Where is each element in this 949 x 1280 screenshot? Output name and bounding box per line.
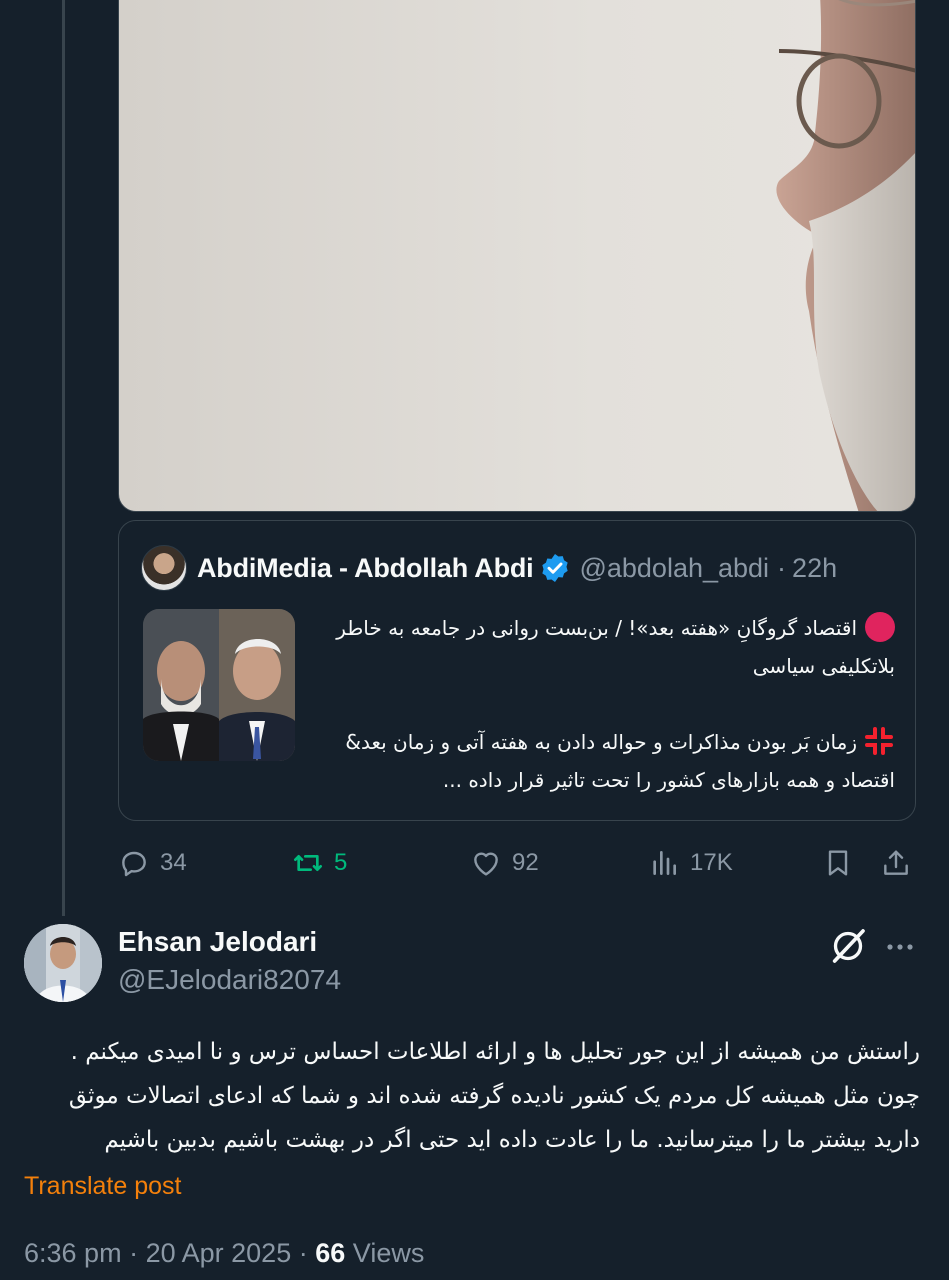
like-icon <box>474 852 498 876</box>
quoted-text-line1: اقتصاد گروگانِ «هفته بعد»! / بن‌بست روان… <box>336 616 895 678</box>
meta-separator: · <box>129 1238 146 1268</box>
two-men-photo <box>143 609 295 761</box>
quoted-text-line2: زمان بَر بودن مذاکرات و حواله دادن به هف… <box>345 730 895 792</box>
post-date[interactable]: 20 Apr 2025 <box>146 1238 292 1268</box>
repost-icon <box>294 855 322 871</box>
post-body-text: راستش من همیشه از این جور تحلیل ها و ارا… <box>68 1039 920 1153</box>
anger-emoji-icon <box>865 727 893 755</box>
meta-separator: · <box>298 1238 316 1268</box>
share-button[interactable] <box>880 838 922 888</box>
bookmark-icon <box>828 850 848 876</box>
quoted-author-avatar[interactable] <box>141 545 187 591</box>
repost-count: 5 <box>334 849 348 876</box>
quoted-time-ago[interactable]: 22h <box>792 553 837 584</box>
post-author-avatar[interactable] <box>24 924 102 1002</box>
portrait-photo <box>776 0 915 511</box>
views-count: 17K <box>690 849 733 876</box>
quoted-author-name[interactable]: AbdiMedia - Abdollah Abdi <box>197 553 534 584</box>
post-author-name[interactable]: Ehsan Jelodari <box>118 926 317 958</box>
views-button[interactable]: 17K <box>648 838 733 888</box>
views-icon <box>653 851 676 875</box>
tweet-media-image[interactable] <box>118 0 916 512</box>
grok-icon[interactable] <box>828 926 868 966</box>
like-count: 92 <box>512 849 539 876</box>
share-icon <box>884 850 908 875</box>
translate-post-link[interactable]: Translate post <box>24 1172 181 1201</box>
quoted-author-handle[interactable]: @abdolah_abdi <box>579 553 769 584</box>
red-circle-emoji-icon <box>865 612 895 642</box>
separator-dot: · <box>777 552 787 583</box>
reply-icon <box>122 851 146 877</box>
post-header: Ehsan Jelodari @EJelodari82074 <box>24 924 924 1004</box>
post-author-handle[interactable]: @EJelodari82074 <box>118 964 341 996</box>
reply-count: 34 <box>160 849 187 876</box>
tweet-actions-bar: 34 5 92 17K <box>118 838 916 888</box>
post-views-count: 66 <box>315 1238 346 1268</box>
more-icon[interactable] <box>882 932 918 962</box>
quoted-tweet-card[interactable]: AbdiMedia - Abdollah Abdi @abdolah_abdi … <box>118 520 916 821</box>
repost-button[interactable]: 5 <box>292 838 347 888</box>
bookmark-button[interactable] <box>822 838 864 888</box>
like-button[interactable]: 92 <box>470 838 539 888</box>
post-meta: 6:36 pm · 20 Apr 2025 · 66 Views <box>24 1238 424 1269</box>
post-time[interactable]: 6:36 pm <box>24 1238 122 1268</box>
thread-connector-line <box>62 0 65 916</box>
avatar-photo <box>24 924 102 1002</box>
quoted-tweet-header: AbdiMedia - Abdollah Abdi @abdolah_abdi … <box>141 543 891 593</box>
verified-badge-icon <box>542 554 569 582</box>
reply-button[interactable]: 34 <box>118 838 187 888</box>
quoted-tweet-text: اقتصاد گروگانِ «هفته بعد»! / بن‌بست روان… <box>319 609 895 799</box>
quoted-tweet-thumbnail[interactable] <box>143 609 295 761</box>
post-views-label: Views <box>352 1238 425 1268</box>
